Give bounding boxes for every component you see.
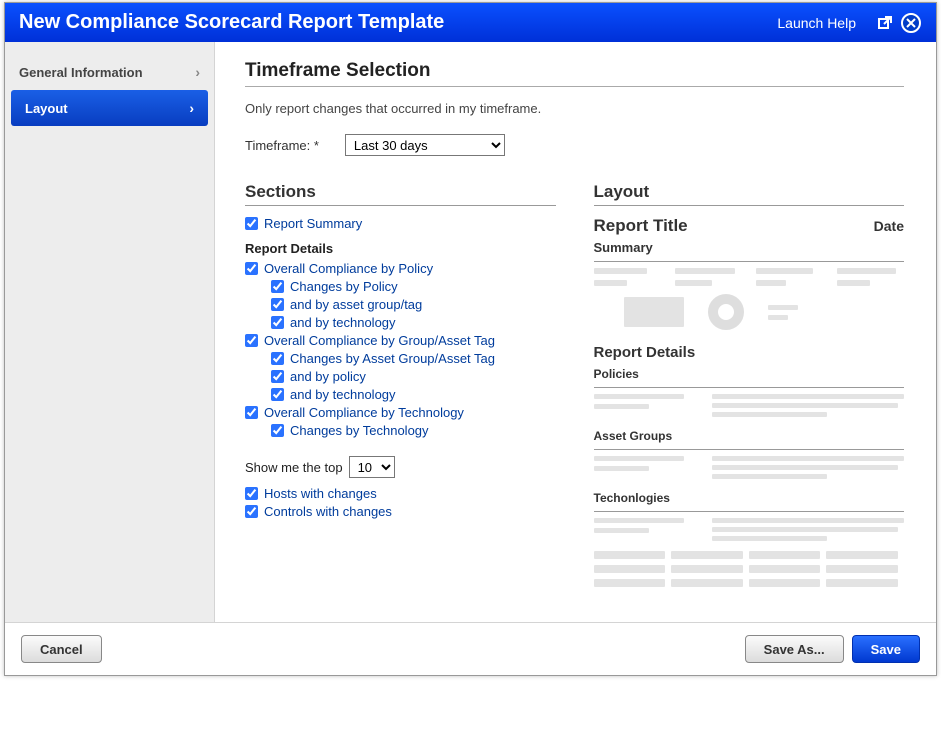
chevron-right-icon: ›	[189, 100, 194, 116]
checkbox[interactable]	[245, 334, 258, 347]
preview-title: Report Title	[594, 216, 688, 236]
divider	[594, 205, 905, 206]
layout-column: Layout Report Title Date Summary	[594, 182, 905, 587]
timeframe-row: Timeframe: * Last 30 days	[245, 134, 904, 156]
preview-asset-groups-label: Asset Groups	[594, 429, 905, 443]
checkbox[interactable]	[271, 298, 284, 311]
save-button[interactable]: Save	[852, 635, 920, 663]
preview-policies-lines	[594, 394, 905, 417]
titlebar: New Compliance Scorecard Report Template…	[5, 3, 936, 42]
sections-column: Sections Report Summary Report Details O…	[245, 182, 556, 587]
checkbox[interactable]	[245, 262, 258, 275]
cb-overall-technology[interactable]: Overall Compliance by Technology	[245, 405, 556, 420]
dialog-window: New Compliance Scorecard Report Template…	[4, 2, 937, 676]
preview-assetgroups-lines	[594, 456, 905, 479]
main-panel: Timeframe Selection Only report changes …	[215, 42, 936, 622]
layout-heading: Layout	[594, 182, 905, 202]
divider	[245, 205, 556, 206]
timeframe-label: Timeframe: *	[245, 138, 319, 153]
checkbox[interactable]	[245, 487, 258, 500]
chevron-right-icon: ›	[195, 64, 200, 80]
sidebar-item-label: Layout	[25, 101, 68, 116]
checkbox[interactable]	[271, 280, 284, 293]
cb-hosts-changes[interactable]: Hosts with changes	[245, 486, 556, 501]
donut-icon	[708, 294, 744, 330]
dialog-title: New Compliance Scorecard Report Template	[19, 11, 777, 34]
checkbox[interactable]	[245, 406, 258, 419]
preview-technologies-lines	[594, 518, 905, 541]
checkbox[interactable]	[271, 316, 284, 329]
report-details-head: Report Details	[245, 241, 556, 256]
scroll-area[interactable]: Timeframe Selection Only report changes …	[215, 42, 936, 622]
timeframe-select[interactable]: Last 30 days	[345, 134, 505, 156]
cb-by-technology-2[interactable]: and by technology	[271, 387, 556, 402]
cancel-button[interactable]: Cancel	[21, 635, 102, 663]
divider	[245, 86, 904, 87]
sidebar-item-label: General Information	[19, 65, 143, 80]
checkbox[interactable]	[245, 217, 258, 230]
popout-icon[interactable]	[874, 12, 896, 34]
show-top-row: Show me the top 10	[245, 456, 556, 478]
checkbox[interactable]	[271, 424, 284, 437]
sidebar-item-general[interactable]: General Information ›	[5, 54, 214, 90]
cb-changes-policy[interactable]: Changes by Policy	[271, 279, 556, 294]
cb-overall-policy[interactable]: Overall Compliance by Policy	[245, 261, 556, 276]
close-icon[interactable]	[900, 12, 922, 34]
checkbox[interactable]	[245, 505, 258, 518]
preview-report-details-label: Report Details	[594, 344, 905, 361]
cb-changes-technology[interactable]: Changes by Technology	[271, 423, 556, 438]
cb-overall-group[interactable]: Overall Compliance by Group/Asset Tag	[245, 333, 556, 348]
show-top-label: Show me the top	[245, 460, 343, 475]
timeframe-heading: Timeframe Selection	[245, 60, 904, 82]
preview-summary-lines	[594, 268, 905, 286]
sidebar: General Information › Layout ›	[5, 42, 215, 622]
divider	[594, 261, 905, 262]
preview-technologies-label: Techonlogies	[594, 491, 905, 505]
divider	[594, 387, 905, 388]
save-as-button[interactable]: Save As...	[745, 635, 844, 663]
cb-controls-changes[interactable]: Controls with changes	[245, 504, 556, 519]
sections-heading: Sections	[245, 182, 556, 202]
body-area: General Information › Layout › Timeframe…	[5, 42, 936, 622]
layout-preview: Report Title Date Summary	[594, 216, 905, 587]
preview-summary-chart	[624, 294, 905, 330]
show-top-select[interactable]: 10	[349, 456, 395, 478]
divider	[594, 511, 905, 512]
checkbox[interactable]	[271, 388, 284, 401]
sidebar-item-layout[interactable]: Layout ›	[11, 90, 208, 126]
launch-help-link[interactable]: Launch Help	[777, 15, 856, 31]
cb-by-asset-group[interactable]: and by asset group/tag	[271, 297, 556, 312]
cb-report-summary[interactable]: Report Summary	[245, 216, 556, 231]
checkbox[interactable]	[271, 352, 284, 365]
timeframe-note: Only report changes that occurred in my …	[245, 101, 904, 116]
two-columns: Sections Report Summary Report Details O…	[245, 182, 904, 587]
preview-summary-label: Summary	[594, 240, 905, 255]
divider	[594, 449, 905, 450]
preview-date: Date	[874, 218, 904, 234]
cb-by-policy[interactable]: and by policy	[271, 369, 556, 384]
cb-by-technology[interactable]: and by technology	[271, 315, 556, 330]
checkbox[interactable]	[271, 370, 284, 383]
preview-policies-label: Policies	[594, 367, 905, 381]
preview-grid	[594, 551, 905, 587]
cb-changes-group[interactable]: Changes by Asset Group/Asset Tag	[271, 351, 556, 366]
footer: Cancel Save As... Save	[5, 622, 936, 675]
